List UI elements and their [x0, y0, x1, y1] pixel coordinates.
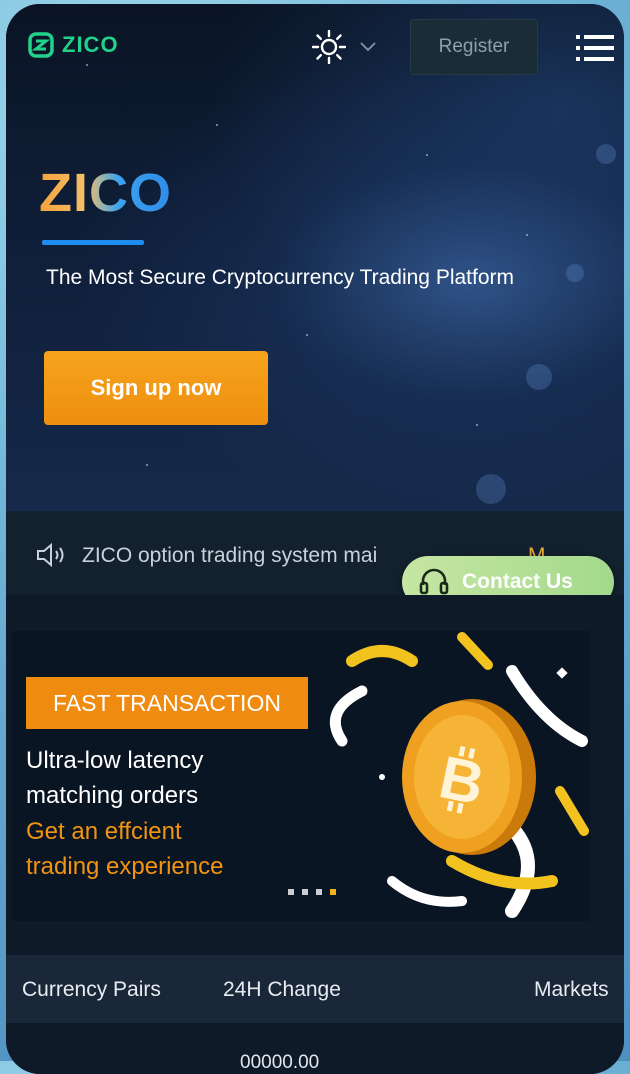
banner-line-2: matching orders: [26, 782, 199, 809]
decor-star: [526, 234, 528, 236]
phone-frame: ZICO Register ZICO The Most Secure Crypt…: [6, 4, 624, 1074]
decor-star: [426, 154, 428, 156]
row-value: 00000.00: [240, 1052, 320, 1073]
hero-section: ZICO Register ZICO The Most Secure Crypt…: [6, 4, 624, 511]
hero-subtitle: The Most Secure Cryptocurrency Trading P…: [46, 266, 515, 289]
sun-icon: [312, 30, 346, 64]
zico-logo-icon: [28, 32, 54, 58]
hero-title: ZICO: [39, 163, 172, 223]
carousel-dots: [288, 889, 336, 895]
speaker-icon: [37, 542, 64, 568]
decor-star: [306, 334, 308, 336]
menu-icon[interactable]: [576, 32, 614, 64]
carousel-dot-active[interactable]: [330, 889, 336, 895]
decor-star: [476, 424, 478, 426]
top-nav: ZICO Register: [6, 4, 624, 94]
decor-glow: [596, 144, 616, 164]
headset-icon: [419, 568, 449, 595]
banner-line-4: trading experience: [26, 853, 224, 880]
carousel-dot[interactable]: [288, 889, 294, 895]
header-24h-change[interactable]: 24H Change: [223, 978, 341, 1002]
decor-glow: [526, 364, 552, 390]
chevron-down-icon: [360, 42, 376, 52]
brand-name: ZICO: [62, 32, 119, 57]
decor-star: [146, 464, 148, 466]
header-markets[interactable]: Markets: [534, 978, 609, 1002]
hero-underline: [42, 240, 144, 245]
brand-logo[interactable]: ZICO: [28, 32, 119, 58]
carousel-dot[interactable]: [316, 889, 322, 895]
decor-glow: [566, 264, 584, 282]
signup-button[interactable]: Sign up now: [44, 351, 268, 425]
banner-line-3: Get an effcient: [26, 818, 182, 845]
announcement-text: ZICO option trading system mai: [82, 544, 378, 567]
promo-banner[interactable]: B FAST TRANSACTION Ultra-low latency mat…: [12, 631, 590, 921]
decor-star: [216, 124, 218, 126]
theme-toggle[interactable]: [312, 30, 376, 64]
carousel-dot[interactable]: [302, 889, 308, 895]
header-currency-pairs[interactable]: Currency Pairs: [22, 978, 161, 1002]
bitcoin-icon: B: [434, 743, 490, 817]
fast-transaction-tag: FAST TRANSACTION: [26, 677, 308, 729]
banner-line-1: Ultra-low latency: [26, 747, 204, 774]
contact-us-label: Contact Us: [462, 570, 573, 593]
register-button[interactable]: Register: [410, 19, 538, 75]
decor-glow: [476, 474, 506, 504]
